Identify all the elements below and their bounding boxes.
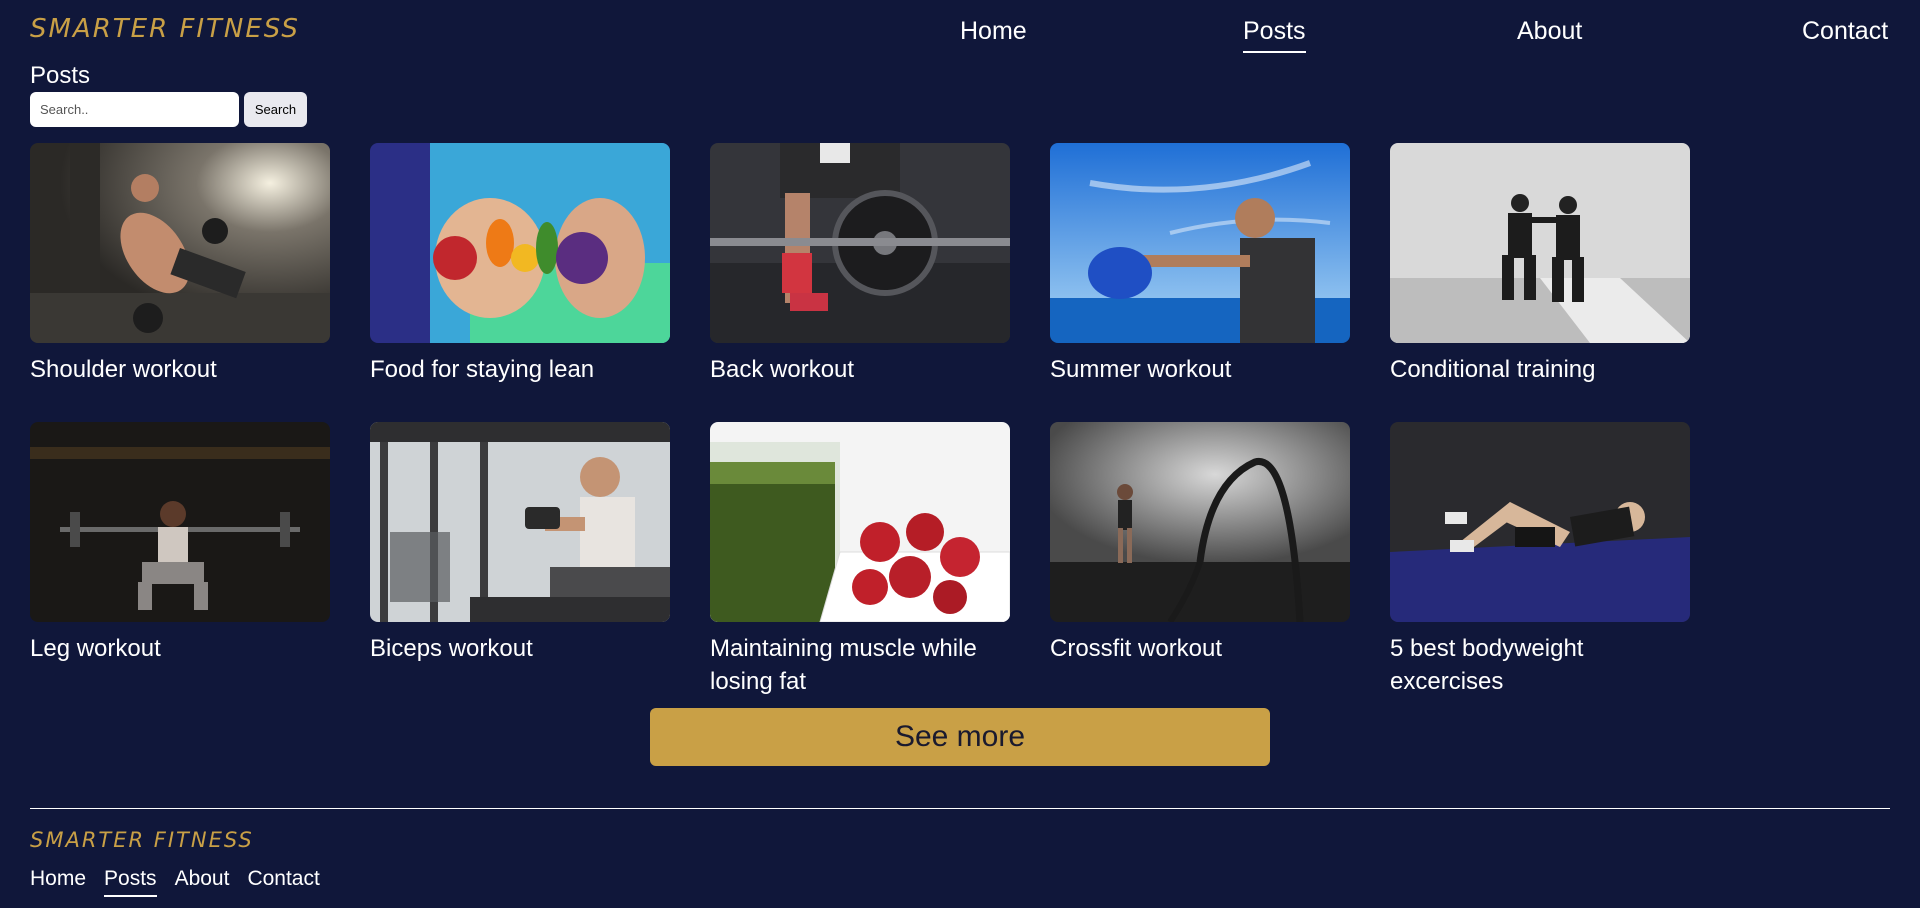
- footer-nav-item-about[interactable]: About: [175, 866, 230, 897]
- post-title[interactable]: Crossfit workout: [1050, 632, 1350, 665]
- posts-grid: Shoulder workout Food for staying lean B…: [30, 143, 1690, 701]
- footer-nav-item-posts[interactable]: Posts: [104, 866, 157, 897]
- post-title[interactable]: Biceps workout: [370, 632, 670, 665]
- main-nav: Home Posts About Contact: [0, 16, 1920, 56]
- post-card[interactable]: 5 best bodyweight excercises: [1390, 422, 1690, 701]
- post-thumbnail[interactable]: [710, 143, 1010, 343]
- nav-item-home[interactable]: Home: [960, 16, 1027, 51]
- post-title[interactable]: Leg workout: [30, 632, 330, 665]
- post-card[interactable]: Summer workout: [1050, 143, 1350, 422]
- post-thumbnail[interactable]: [30, 422, 330, 622]
- footer-nav-item-home[interactable]: Home: [30, 866, 86, 897]
- post-title[interactable]: Conditional training: [1390, 353, 1690, 386]
- post-card[interactable]: Conditional training: [1390, 143, 1690, 422]
- post-card[interactable]: Back workout: [710, 143, 1010, 422]
- post-title[interactable]: Back workout: [710, 353, 1010, 386]
- post-thumbnail[interactable]: [710, 422, 1010, 622]
- post-card[interactable]: Leg workout: [30, 422, 330, 701]
- nav-item-contact[interactable]: Contact: [1802, 16, 1888, 51]
- post-title[interactable]: Shoulder workout: [30, 353, 330, 386]
- post-thumbnail[interactable]: [370, 143, 670, 343]
- page-title: Posts: [30, 62, 91, 89]
- post-title[interactable]: Food for staying lean: [370, 353, 670, 386]
- footer-nav: Home Posts About Contact: [30, 866, 320, 897]
- post-thumbnail[interactable]: [30, 143, 330, 343]
- post-card[interactable]: Crossfit workout: [1050, 422, 1350, 701]
- search-button[interactable]: Search: [244, 92, 307, 127]
- nav-item-about[interactable]: About: [1517, 16, 1582, 51]
- post-title[interactable]: 5 best bodyweight excercises: [1390, 632, 1690, 698]
- footer-divider: [30, 808, 1890, 809]
- post-title[interactable]: Summer workout: [1050, 353, 1350, 386]
- post-card[interactable]: Food for staying lean: [370, 143, 670, 422]
- post-thumbnail[interactable]: [1050, 143, 1350, 343]
- footer-brand-logo[interactable]: SMARTER FITNESS: [30, 828, 254, 852]
- post-title[interactable]: Maintaining muscle while losing fat: [710, 632, 1010, 698]
- see-more-button[interactable]: See more: [650, 708, 1270, 766]
- post-card[interactable]: Shoulder workout: [30, 143, 330, 422]
- post-card[interactable]: Biceps workout: [370, 422, 670, 701]
- footer-nav-item-contact[interactable]: Contact: [247, 866, 319, 897]
- search-input[interactable]: [30, 92, 239, 127]
- nav-item-posts[interactable]: Posts: [1243, 16, 1306, 53]
- post-thumbnail[interactable]: [1050, 422, 1350, 622]
- post-thumbnail[interactable]: [1390, 422, 1690, 622]
- post-thumbnail[interactable]: [1390, 143, 1690, 343]
- post-card[interactable]: Maintaining muscle while losing fat: [710, 422, 1010, 701]
- post-thumbnail[interactable]: [370, 422, 670, 622]
